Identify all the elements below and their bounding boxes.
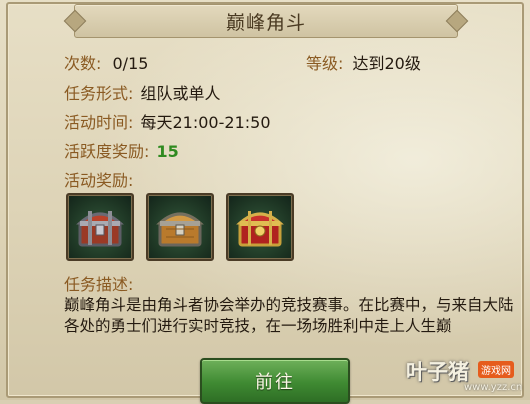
rewards-row: 活动奖励: [64, 167, 133, 191]
description-row: 任务描述: [64, 271, 133, 295]
times-label: 次数: [64, 54, 102, 73]
activity-value: 15 [156, 142, 179, 161]
time-value: 每天21:00-21:50 [140, 113, 271, 132]
times-value: 0/15 [112, 54, 149, 73]
time-label: 活动时间: [64, 113, 134, 132]
watermark-logo: 叶子猪 [406, 360, 469, 384]
go-button-label: 前往 [255, 372, 295, 393]
activity-row: 活跃度奖励: 15 [64, 138, 179, 162]
level-row: 等级: 达到20级 [306, 50, 421, 74]
rewards-label: 活动奖励: [64, 171, 134, 190]
reward-slot-3[interactable] [226, 193, 294, 261]
silver-chest-icon [76, 211, 124, 247]
description-text: 巅峰角斗是由角斗者协会举办的竞技赛事。在比赛中，与来自大陆各处的勇士们进行实时竞… [64, 296, 514, 335]
watermark-url: www.yzz.cn [464, 382, 523, 393]
form-row: 任务形式: 组队或单人 [64, 80, 221, 104]
panel-title: 巅峰角斗 [225, 11, 306, 34]
activity-label: 活跃度奖励: [64, 142, 150, 161]
times-row: 次数: 0/15 [64, 50, 148, 74]
description-label: 任务描述: [64, 275, 134, 294]
watermark: 叶子猪 游戏网 www.yzz.cn [406, 356, 524, 396]
bronze-chest-icon [156, 212, 204, 247]
time-row: 活动时间: 每天21:00-21:50 [64, 109, 271, 133]
level-label: 等级: [306, 54, 344, 73]
go-button[interactable]: 前往 [200, 358, 350, 404]
reward-slot-2[interactable] [146, 193, 214, 261]
title-bar: 巅峰角斗 [74, 4, 458, 38]
form-value: 组队或单人 [140, 84, 221, 103]
reward-slot-1[interactable] [66, 193, 134, 261]
level-value: 达到20级 [352, 54, 421, 73]
task-panel: 巅峰角斗 次数: 0/15 等级: 达到20级 任务形式: 组队或单人 活动时间… [0, 0, 530, 404]
gold-chest-icon [236, 211, 284, 247]
watermark-badge: 游戏网 [478, 361, 514, 378]
form-label: 任务形式: [64, 84, 134, 103]
